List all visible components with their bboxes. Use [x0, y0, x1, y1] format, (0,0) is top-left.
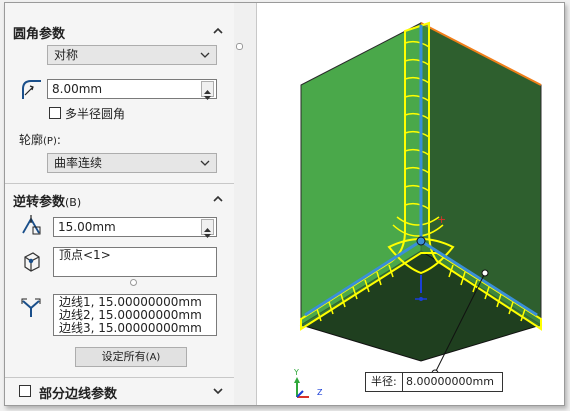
splitter-grip[interactable]: [236, 43, 243, 50]
multi-radius-checkbox[interactable]: [49, 107, 61, 119]
radius-input[interactable]: 8.00mm: [47, 79, 217, 100]
edge-setback-icon: [19, 295, 43, 319]
partial-edge-checkbox[interactable]: [19, 385, 31, 397]
radius-spinner[interactable]: [201, 81, 214, 100]
radius-dimension-label: 半径:: [365, 372, 403, 392]
chevron-down-icon: [199, 156, 211, 170]
list-item[interactable]: 边线3, 15.00000000mm: [59, 322, 211, 335]
model-view[interactable]: + Y Z: [257, 3, 564, 405]
radius-icon: [19, 77, 43, 101]
setback-distance-input[interactable]: 15.00mm: [53, 217, 217, 238]
expand-partial-edge-icon[interactable]: [212, 385, 224, 397]
section-divider: [5, 183, 234, 184]
multi-radius-label: 多半径圆角: [65, 107, 126, 121]
vertex-selection-list[interactable]: 顶点<1>: [53, 247, 217, 277]
section-divider: [5, 377, 234, 378]
edge-setback-list[interactable]: 边线1, 15.00000000mm 边线2, 15.00000000mm 边线…: [53, 294, 217, 336]
triad-y-label: Y: [293, 368, 299, 377]
panel-splitter[interactable]: [234, 3, 257, 405]
origin-marker: +: [437, 213, 446, 226]
view-triad: [294, 377, 309, 398]
profile-label: 轮廓(P):: [19, 133, 61, 147]
symmetry-select[interactable]: 对称: [47, 45, 217, 65]
partial-edge-title[interactable]: 部分边线参数: [39, 383, 117, 402]
chevron-down-icon: [199, 48, 211, 62]
vertex-point[interactable]: [416, 236, 426, 246]
profile-select[interactable]: 曲率连续: [47, 153, 217, 173]
radius-dimension-input[interactable]: 8.00000000mm: [403, 372, 503, 392]
resize-handle[interactable]: [130, 279, 137, 286]
propertymanager-window: 圆角参数 对称 8.00mm 多半径圆角 轮廓(P): 曲率连续 逆转参数(B)…: [4, 2, 565, 406]
distance-spinner[interactable]: [201, 219, 214, 238]
leader-handle[interactable]: [481, 269, 489, 277]
spin-up-icon[interactable]: [202, 220, 213, 232]
triad-z-label: Z: [317, 388, 323, 397]
property-panel: 圆角参数 对称 8.00mm 多半径圆角 轮廓(P): 曲率连续 逆转参数(B)…: [5, 3, 235, 405]
spin-down-icon[interactable]: [202, 227, 213, 238]
set-all-button[interactable]: 设定所有(A): [75, 347, 187, 367]
graphics-viewport[interactable]: + Y Z 半径: 8.00000000mm: [257, 3, 564, 405]
collapse-setback-params-icon[interactable]: [212, 193, 224, 205]
fillet-params-title[interactable]: 圆角参数: [13, 23, 65, 42]
spin-up-icon[interactable]: [202, 82, 213, 94]
vertex-icon: [19, 249, 43, 273]
setback-params-title[interactable]: 逆转参数(B): [13, 191, 81, 210]
list-item[interactable]: 顶点<1>: [59, 249, 211, 262]
collapse-fillet-params-icon[interactable]: [212, 25, 224, 37]
setback-distance-icon: [19, 213, 43, 237]
spin-down-icon[interactable]: [202, 89, 213, 100]
